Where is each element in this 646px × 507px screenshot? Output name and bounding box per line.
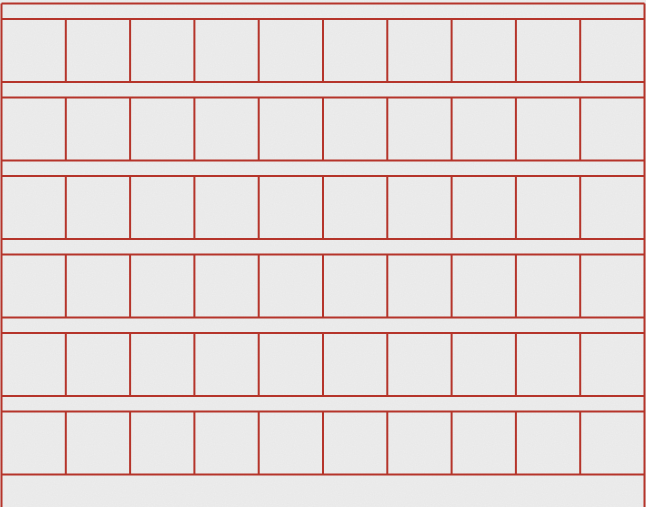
tianzige-writing-sheet [0, 0, 646, 507]
writing-grid [0, 2, 646, 507]
